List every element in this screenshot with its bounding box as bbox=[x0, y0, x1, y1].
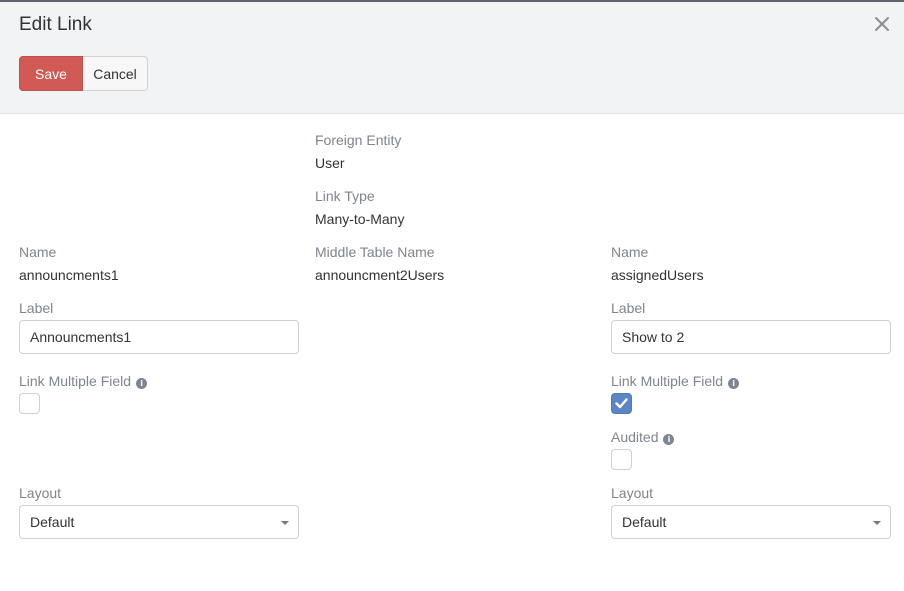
left-link-multiple-label: Link Multiple Field i bbox=[19, 373, 148, 389]
right-name-label: Name bbox=[611, 244, 649, 260]
right-link-multiple-text: Link Multiple Field bbox=[611, 373, 724, 389]
info-icon[interactable]: i bbox=[728, 378, 740, 389]
right-link-multiple-label: Link Multiple Field i bbox=[611, 373, 740, 389]
left-name-label: Name bbox=[19, 244, 57, 260]
info-icon[interactable]: i bbox=[663, 434, 675, 445]
right-link-multiple-checkbox[interactable] bbox=[611, 393, 632, 414]
right-layout-select[interactable]: Default bbox=[611, 505, 891, 539]
cancel-button[interactable]: Cancel bbox=[83, 56, 148, 91]
left-label-input[interactable]: Announcments1 bbox=[19, 320, 299, 354]
link-type-value: Many-to-Many bbox=[315, 211, 405, 227]
middle-table-label: Middle Table Name bbox=[315, 244, 435, 260]
audited-checkbox[interactable] bbox=[611, 449, 632, 470]
left-name-value: announcments1 bbox=[19, 267, 119, 283]
foreign-entity-value: User bbox=[315, 155, 345, 171]
save-button[interactable]: Save bbox=[19, 56, 83, 91]
left-link-multiple-checkbox[interactable] bbox=[19, 393, 40, 414]
chevron-down-icon bbox=[873, 521, 881, 525]
right-label-input[interactable]: Show to 2 bbox=[611, 320, 891, 354]
check-icon bbox=[615, 398, 628, 409]
left-layout-value: Default bbox=[30, 514, 75, 530]
close-icon[interactable] bbox=[872, 14, 892, 34]
chevron-down-icon bbox=[281, 521, 289, 525]
right-layout-value: Default bbox=[622, 514, 667, 530]
middle-table-value: announcment2Users bbox=[315, 267, 445, 283]
audited-label: Audited i bbox=[611, 429, 675, 445]
audited-text: Audited bbox=[611, 429, 659, 445]
right-name-value: assignedUsers bbox=[611, 267, 704, 283]
foreign-entity-label: Foreign Entity bbox=[315, 132, 402, 148]
left-link-multiple-text: Link Multiple Field bbox=[19, 373, 132, 389]
right-label-label: Label bbox=[611, 300, 646, 316]
left-layout-select[interactable]: Default bbox=[19, 505, 299, 539]
info-icon[interactable]: i bbox=[136, 378, 148, 389]
modal-header: Edit Link Save Cancel bbox=[0, 2, 904, 114]
left-layout-label: Layout bbox=[19, 485, 62, 501]
link-type-label: Link Type bbox=[315, 188, 375, 204]
modal-title: Edit Link bbox=[19, 14, 92, 35]
right-layout-label: Layout bbox=[611, 485, 654, 501]
action-buttons: Save Cancel bbox=[19, 56, 148, 91]
left-label-label: Label bbox=[19, 300, 54, 316]
